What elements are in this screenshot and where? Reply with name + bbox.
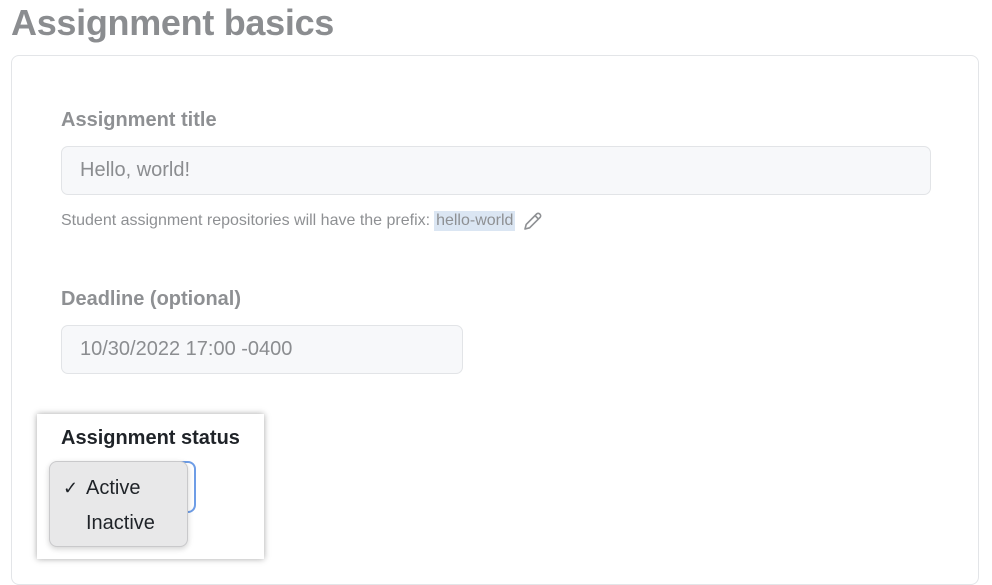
prefix-value: hello-world <box>434 211 516 231</box>
assignment-status-dropdown: ✓ Active Inactive <box>49 461 188 547</box>
status-option-label: Inactive <box>86 511 155 534</box>
deadline-value: 10/30/2022 17:00 -0400 <box>80 338 293 360</box>
status-option-inactive[interactable]: Inactive <box>50 508 187 538</box>
checkmark-icon: ✓ <box>63 477 79 498</box>
assignment-title-input[interactable]: Hello, world! <box>61 146 931 195</box>
deadline-input[interactable]: 10/30/2022 17:00 -0400 <box>61 325 463 374</box>
status-option-label: Active <box>86 476 141 499</box>
assignment-title-value: Hello, world! <box>80 159 191 181</box>
assignment-title-label: Assignment title <box>61 109 217 131</box>
assignment-status-label: Assignment status <box>61 427 240 449</box>
prefix-hint-text: Student assignment repositories will hav… <box>61 212 431 229</box>
status-option-active[interactable]: ✓ Active <box>50 473 187 503</box>
pencil-icon[interactable] <box>522 210 544 232</box>
deadline-label: Deadline (optional) <box>61 288 241 310</box>
prefix-hint: Student assignment repositories will hav… <box>61 210 544 232</box>
page-title: Assignment basics <box>11 2 335 43</box>
assignment-status-panel: Assignment status ✓ Active Inactive <box>37 414 264 559</box>
